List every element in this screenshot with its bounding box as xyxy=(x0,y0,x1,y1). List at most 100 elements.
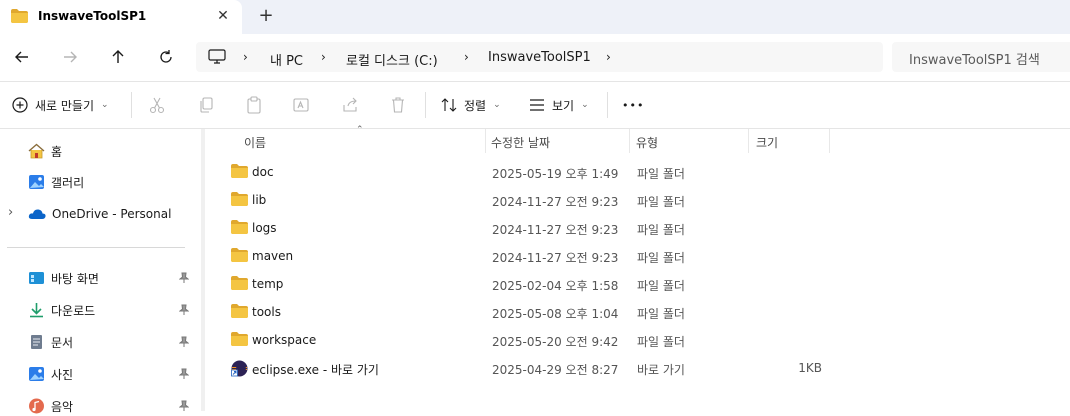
breadcrumb-local-disk[interactable]: 로컬 디스크 (C:) xyxy=(346,50,438,69)
table-row[interactable]: maven 2024-11-27 오전 9:23 파일 폴더 xyxy=(210,242,1070,270)
share-button[interactable] xyxy=(342,95,360,115)
column-header-type[interactable]: 유형 xyxy=(636,134,658,151)
column-divider[interactable] xyxy=(748,129,749,153)
copy-button[interactable] xyxy=(198,95,214,115)
column-header-name[interactable]: 이름 xyxy=(244,134,266,151)
close-tab-button[interactable]: ✕ xyxy=(214,6,232,26)
sidebar-item-documents[interactable]: 문서 xyxy=(28,332,73,352)
file-type: 바로 가기 xyxy=(637,363,685,377)
new-button-label: 새로 만들기 xyxy=(35,98,95,113)
file-modified: 2024-11-27 오전 9:23 xyxy=(492,195,619,209)
column-divider[interactable] xyxy=(485,129,486,153)
file-type: 파일 폴더 xyxy=(637,195,685,209)
chevron-down-icon: ⌄ xyxy=(581,100,589,110)
column-header-modified[interactable]: 수정한 날짜 xyxy=(491,134,550,151)
pin-icon[interactable] xyxy=(178,368,190,383)
sidebar-item-desktop[interactable]: 바탕 화면 xyxy=(28,268,99,288)
navigation-pane: 홈 갤러리 › OneDrive - Personal 바탕 화면 다운로드 문… xyxy=(0,129,201,414)
sort-button[interactable]: 정렬 ⌄ xyxy=(441,95,501,115)
new-button[interactable]: 새로 만들기 ⌄ xyxy=(12,95,109,115)
paste-icon xyxy=(247,96,261,114)
file-name: lib xyxy=(252,193,267,207)
table-row[interactable]: tools 2025-05-08 오후 1:04 파일 폴더 xyxy=(210,298,1070,326)
file-modified: 2024-11-27 오전 9:23 xyxy=(492,251,619,265)
eclipse-shortcut-icon xyxy=(231,360,248,380)
breadcrumb-chevron[interactable]: › xyxy=(321,50,326,64)
pin-icon[interactable] xyxy=(178,400,190,415)
arrow-left-icon xyxy=(15,51,28,63)
file-type: 파일 폴더 xyxy=(637,279,685,293)
file-name: workspace xyxy=(252,333,317,347)
delete-button[interactable] xyxy=(390,95,406,115)
refresh-icon xyxy=(160,50,172,63)
table-row[interactable]: doc 2025-05-19 오후 1:49 파일 폴더 xyxy=(210,158,1070,186)
sort-ascending-icon: ⌃ xyxy=(356,125,364,135)
sidebar-item-label: 음악 xyxy=(51,399,74,414)
rename-button[interactable] xyxy=(293,95,311,115)
music-icon xyxy=(29,398,44,414)
sidebar-scrollbar[interactable] xyxy=(201,129,205,411)
sidebar-item-onedrive[interactable]: OneDrive - Personal xyxy=(28,204,171,224)
search-input[interactable]: InswaveToolSP1 검색 xyxy=(892,42,1070,72)
arrow-up-icon xyxy=(112,50,124,63)
tab-inswavetoolsp1[interactable]: InswaveToolSP1 ✕ xyxy=(0,0,242,34)
more-options-button[interactable]: ••• xyxy=(622,95,644,115)
rename-icon xyxy=(293,98,309,112)
tab-title: InswaveToolSP1 xyxy=(38,9,147,23)
folder-icon xyxy=(231,276,248,293)
table-row[interactable]: workspace 2025-05-20 오전 9:42 파일 폴더 xyxy=(210,326,1070,354)
desktop-icon xyxy=(29,272,44,284)
file-modified: 2025-02-04 오후 1:58 xyxy=(492,279,619,293)
file-name: doc xyxy=(252,165,274,179)
file-name: logs xyxy=(252,221,277,235)
toolbar-divider xyxy=(607,92,608,118)
expand-chevron-icon[interactable]: › xyxy=(8,205,13,220)
table-row[interactable]: lib 2024-11-27 오전 9:23 파일 폴더 xyxy=(210,186,1070,214)
file-modified: 2025-05-08 오후 1:04 xyxy=(492,307,619,321)
paste-button[interactable] xyxy=(246,95,262,115)
sidebar-item-music[interactable]: 음악 xyxy=(28,396,73,416)
table-row[interactable]: eclipse.exe - 바로 가기 2025-04-29 오전 8:27 바… xyxy=(210,354,1070,382)
column-header-size[interactable]: 크기 xyxy=(756,134,778,151)
document-icon xyxy=(31,335,42,349)
breadcrumb-this-pc[interactable]: 내 PC xyxy=(270,50,303,69)
sidebar-item-downloads[interactable]: 다운로드 xyxy=(28,300,95,320)
file-type: 파일 폴더 xyxy=(637,307,685,321)
table-row[interactable]: logs 2024-11-27 오전 9:23 파일 폴더 xyxy=(210,214,1070,242)
sidebar-item-label: 다운로드 xyxy=(51,303,96,318)
sort-icon xyxy=(441,98,457,112)
refresh-button[interactable] xyxy=(155,46,177,68)
column-divider[interactable] xyxy=(629,129,630,153)
view-button-label: 보기 xyxy=(552,98,575,113)
column-divider[interactable] xyxy=(829,129,830,153)
view-button[interactable]: 보기 ⌄ xyxy=(529,95,589,115)
new-tab-button[interactable]: + xyxy=(257,5,275,27)
file-type: 파일 폴더 xyxy=(637,251,685,265)
folder-icon xyxy=(231,192,248,209)
breadcrumb-chevron[interactable]: › xyxy=(243,50,248,64)
table-row[interactable]: temp 2025-02-04 오후 1:58 파일 폴더 xyxy=(210,270,1070,298)
pin-icon[interactable] xyxy=(178,304,190,319)
navigation-bar: › 내 PC › 로컬 디스크 (C:) › InswaveToolSP1 › … xyxy=(0,34,1070,82)
sidebar-item-pictures[interactable]: 사진 xyxy=(28,364,73,384)
command-bar: 새로 만들기 ⌄ 정렬 ⌄ 보기 ⌄ ••• xyxy=(0,82,1070,129)
title-bar: InswaveToolSP1 ✕ + xyxy=(0,0,1070,34)
address-bar[interactable]: › 내 PC › 로컬 디스크 (C:) › InswaveToolSP1 › xyxy=(196,42,883,72)
sidebar-item-gallery[interactable]: 갤러리 xyxy=(28,172,84,192)
sidebar-item-label: 문서 xyxy=(51,335,74,350)
sort-button-label: 정렬 xyxy=(464,98,487,113)
up-button[interactable] xyxy=(107,46,129,68)
breadcrumb-inswavetoolsp1[interactable]: InswaveToolSP1 xyxy=(488,50,591,65)
share-icon xyxy=(343,97,357,112)
sidebar-item-home[interactable]: 홈 xyxy=(28,141,62,161)
home-icon xyxy=(28,143,45,159)
pin-icon[interactable] xyxy=(178,336,190,351)
scissors-icon xyxy=(149,97,165,114)
pin-icon[interactable] xyxy=(178,272,190,287)
breadcrumb-chevron[interactable]: › xyxy=(464,50,469,64)
back-button[interactable] xyxy=(11,46,33,68)
cut-button[interactable] xyxy=(149,95,165,115)
forward-button[interactable] xyxy=(59,46,81,68)
breadcrumb-chevron[interactable]: › xyxy=(606,50,611,64)
file-name: tools xyxy=(252,305,281,319)
